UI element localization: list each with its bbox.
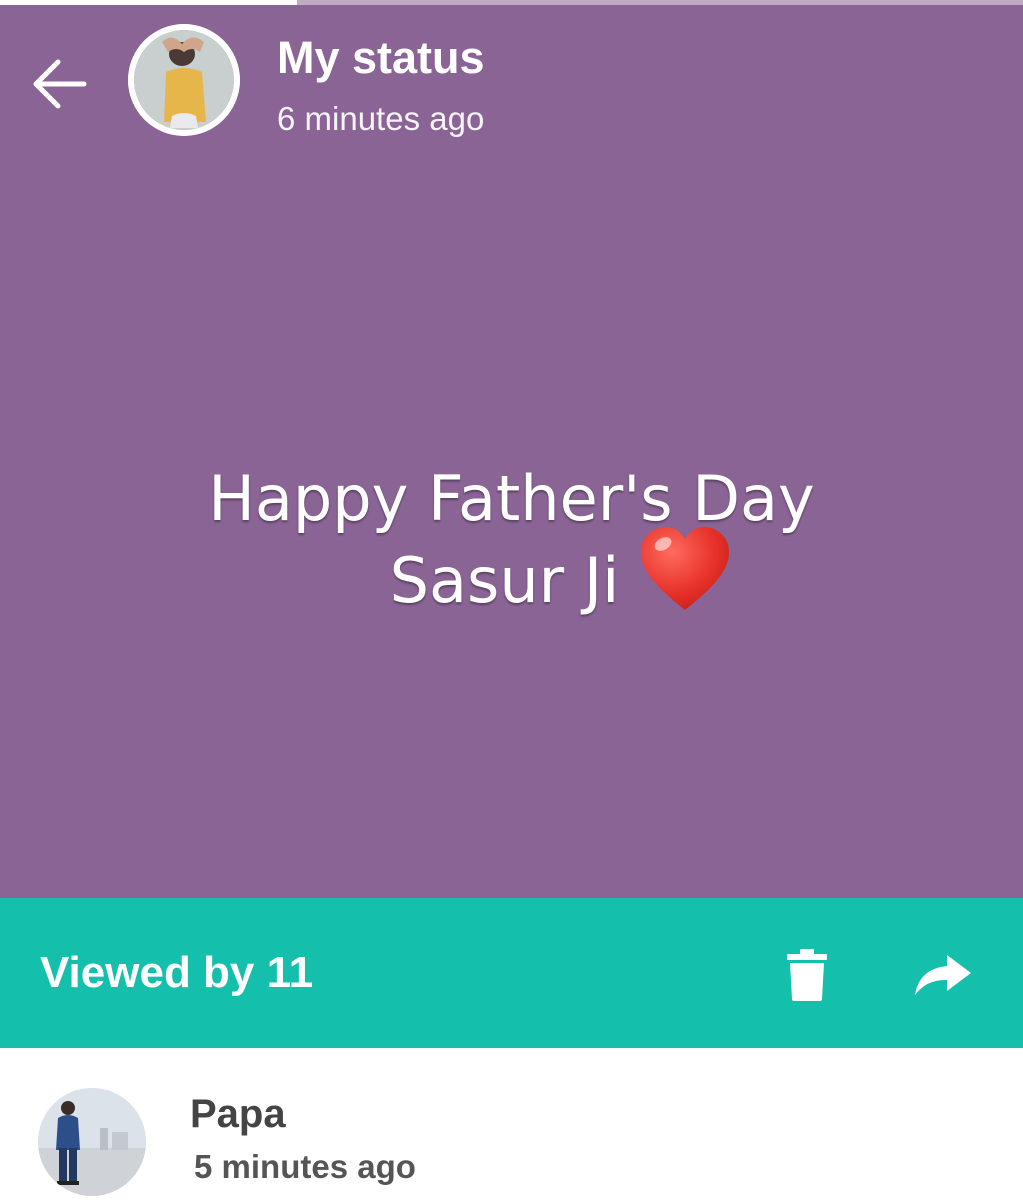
viewer-avatar-image <box>38 1088 146 1196</box>
my-avatar[interactable] <box>128 24 240 136</box>
delete-button[interactable] <box>776 944 838 1006</box>
viewer-timestamp: 5 minutes ago <box>194 1148 416 1185</box>
viewer-name: Papa <box>190 1092 286 1136</box>
viewer-list-item[interactable]: Papa 5 minutes ago <box>0 1048 1023 1200</box>
status-content-area[interactable]: My status 6 minutes ago Happy Father's D… <box>0 0 1023 898</box>
arrow-left-icon <box>33 59 87 109</box>
heart-emoji-icon <box>637 524 733 632</box>
my-avatar-image <box>128 24 240 136</box>
status-timestamp: 6 minutes ago <box>277 100 485 137</box>
status-message-line-2: Sasur Ji <box>389 544 620 618</box>
back-button[interactable] <box>28 52 92 116</box>
forward-button[interactable] <box>908 944 978 1006</box>
status-owner-title: My status <box>277 32 485 83</box>
status-message-line-2-wrapper: Sasur Ji <box>100 527 1023 632</box>
viewed-by-label[interactable]: Viewed by 11 <box>40 948 313 998</box>
trash-icon <box>787 949 827 1001</box>
status-progress-track <box>0 0 1023 5</box>
status-message: Happy Father's Day Sasur Ji <box>0 460 1023 632</box>
share-arrow-icon <box>915 955 971 995</box>
status-viewer-screen: My status 6 minutes ago Happy Father's D… <box>0 0 1023 1200</box>
status-progress-fill <box>0 0 297 5</box>
status-message-line-1: Happy Father's Day <box>208 462 815 535</box>
viewed-by-bar[interactable]: Viewed by 11 <box>0 898 1023 1048</box>
viewer-avatar[interactable] <box>38 1088 146 1196</box>
